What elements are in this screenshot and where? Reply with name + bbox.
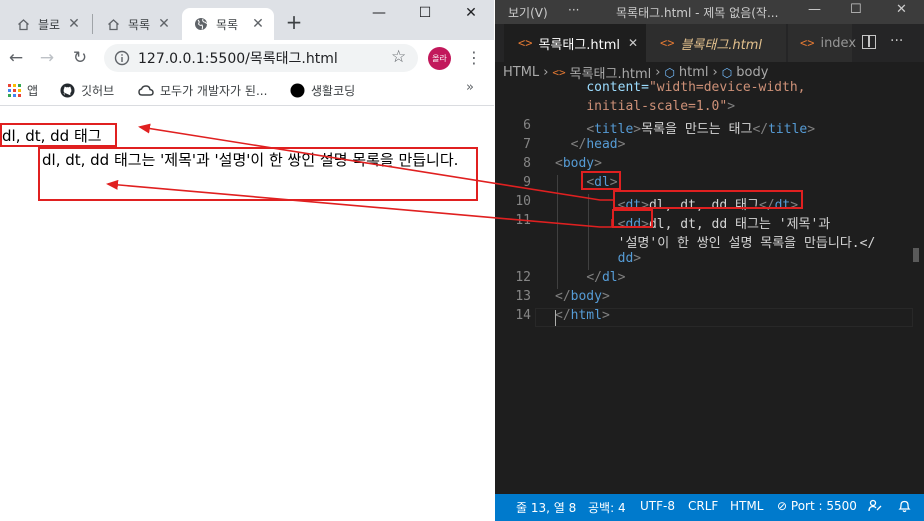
status-cursor-position[interactable]: 줄 13, 열 8 <box>516 499 576 516</box>
status-eol[interactable]: CRLF <box>688 499 718 513</box>
annotation-arrows <box>106 123 613 228</box>
notifications-bell-icon[interactable] <box>898 499 911 516</box>
status-port: Port : 5500 <box>790 499 857 513</box>
no-entry-icon: ⊘ <box>777 499 788 513</box>
status-language[interactable]: HTML <box>730 499 763 513</box>
status-live-server[interactable]: ⊘ Port : 5500 <box>777 499 857 513</box>
arrow-dt <box>138 123 613 201</box>
status-encoding[interactable]: UTF-8 <box>640 499 675 513</box>
status-indentation[interactable]: 공백: 4 <box>588 499 626 516</box>
feedback-icon[interactable] <box>868 499 882 516</box>
